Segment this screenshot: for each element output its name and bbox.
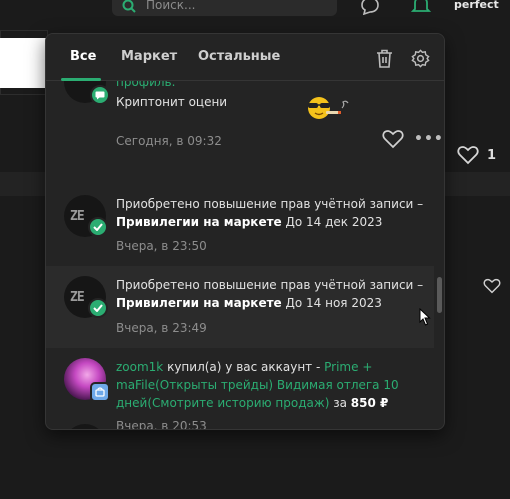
gear-icon[interactable] bbox=[411, 49, 430, 72]
user-link[interactable]: zoom1k bbox=[116, 360, 163, 374]
left-white-panel bbox=[0, 38, 48, 88]
notification-item[interactable]: ZE Приобретено повышение прав учётной за… bbox=[46, 266, 434, 348]
avatar-logo-icon: ZE bbox=[70, 209, 85, 224]
mouse-cursor-icon bbox=[419, 307, 431, 330]
notification-time: Вчера, в 23:49 bbox=[116, 321, 207, 335]
check-badge-icon bbox=[88, 217, 108, 237]
notification-time: Сегодня, в 09:32 bbox=[116, 134, 222, 148]
user-name[interactable]: perfect bbox=[454, 0, 499, 11]
heart-icon[interactable] bbox=[382, 129, 404, 149]
search-icon bbox=[122, 0, 136, 17]
notification-time: Вчера, в 20:53 bbox=[116, 419, 207, 430]
top-bar: Поиск... perfect bbox=[0, 0, 510, 20]
like-count: 1 bbox=[487, 147, 497, 163]
notification-text: Приобретено повышение прав учётной запис… bbox=[116, 278, 424, 310]
active-tab-indicator bbox=[61, 78, 101, 81]
avatar-logo-icon: ZE bbox=[70, 290, 85, 305]
notification-text: Приобретено повышение прав учётной запис… bbox=[116, 197, 424, 229]
sunglasses-emoji-icon bbox=[306, 95, 352, 126]
notifications-popup: Все Маркет Остальные профиль. Криптонит … bbox=[45, 33, 445, 430]
heart-icon bbox=[457, 146, 479, 165]
search-input[interactable]: Поиск... bbox=[112, 0, 337, 16]
bell-icon[interactable] bbox=[410, 0, 432, 19]
heart-icon[interactable] bbox=[483, 278, 501, 298]
message-badge-icon bbox=[90, 85, 110, 105]
notification-list[interactable]: профиль. Криптонит оцени Сегодня, в 09:3… bbox=[46, 81, 444, 430]
notification-text: zoom1k купил(а) у вас аккаунт - Prime + … bbox=[116, 360, 399, 410]
notification-item[interactable]: ZE Приобретено повышение прав учётной за… bbox=[46, 187, 434, 263]
notification-actions: ••• bbox=[382, 129, 444, 149]
tab-all[interactable]: Все bbox=[70, 49, 96, 64]
notification-item[interactable]: zoom1k купил(а) у вас аккаунт - Prime + … bbox=[46, 358, 434, 430]
search-placeholder: Поиск... bbox=[146, 0, 196, 12]
check-badge-icon bbox=[88, 298, 108, 318]
chat-icon[interactable] bbox=[360, 0, 380, 19]
notification-link[interactable]: профиль. bbox=[116, 81, 175, 89]
price: 850 ₽ bbox=[350, 396, 389, 410]
notification-time: Вчера, в 23:50 bbox=[116, 239, 207, 253]
more-options-icon[interactable]: ••• bbox=[414, 131, 444, 147]
like-control[interactable]: 1 bbox=[457, 145, 496, 165]
notification-item[interactable]: профиль. Криптонит оцени Сегодня, в 09:3… bbox=[46, 81, 443, 191]
tab-market[interactable]: Маркет bbox=[121, 49, 177, 64]
trash-icon[interactable] bbox=[376, 49, 393, 72]
notification-text: Криптонит оцени bbox=[116, 93, 432, 119]
tab-other[interactable]: Остальные bbox=[198, 49, 280, 64]
bag-badge-icon bbox=[90, 382, 110, 402]
scrollbar[interactable] bbox=[437, 277, 442, 313]
notification-tabs: Все Маркет Остальные bbox=[46, 34, 444, 81]
